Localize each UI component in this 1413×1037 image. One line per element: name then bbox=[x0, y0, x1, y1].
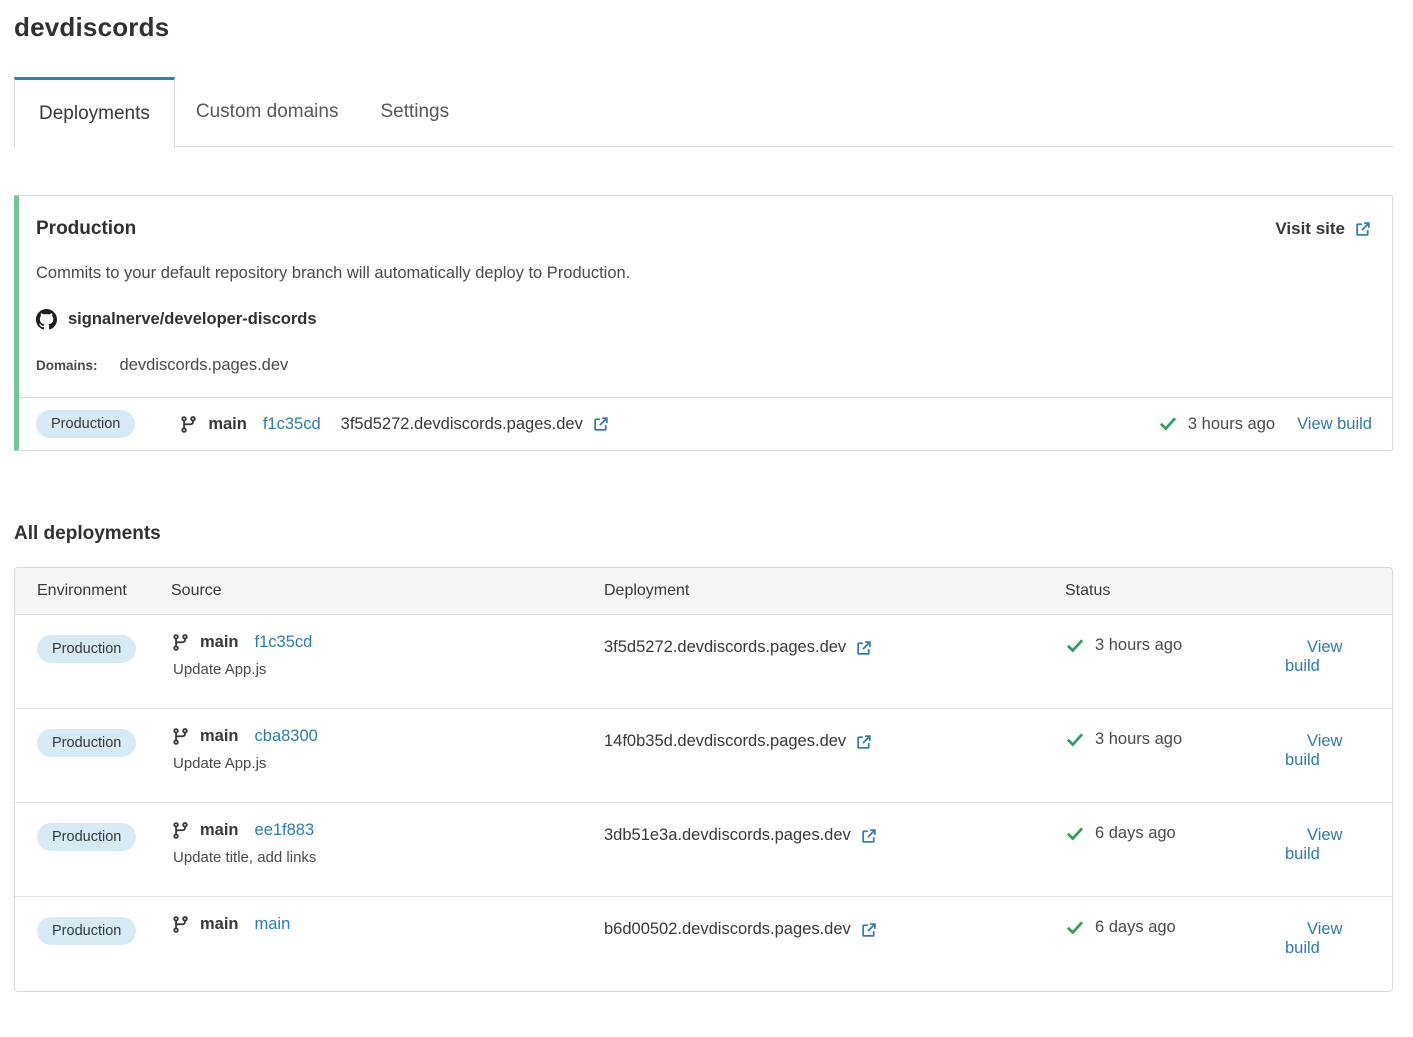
external-link-icon bbox=[855, 733, 873, 751]
status-time: 6 days ago bbox=[1095, 824, 1176, 843]
external-link-icon bbox=[1354, 220, 1372, 238]
external-link-icon bbox=[860, 827, 878, 845]
visit-site-link[interactable]: Visit site bbox=[1275, 219, 1372, 239]
tab-custom-domains[interactable]: Custom domains bbox=[175, 77, 360, 146]
environment-badge: Production bbox=[37, 635, 136, 663]
table-header: Environment Source Deployment Status bbox=[15, 568, 1392, 615]
column-status: Status bbox=[1065, 582, 1285, 600]
environment-badge: Production bbox=[37, 823, 136, 851]
view-build-link[interactable]: View build bbox=[1285, 638, 1342, 675]
commit-link[interactable]: f1c35cd bbox=[263, 415, 321, 434]
git-branch-icon bbox=[171, 633, 190, 652]
deployment-url-link[interactable]: 3f5d5272.devdiscords.pages.dev bbox=[604, 638, 873, 657]
branch-name: main bbox=[200, 727, 239, 746]
repo-link[interactable]: signalnerve/developer-discords bbox=[36, 309, 1372, 330]
external-link-icon bbox=[592, 415, 610, 433]
domains-label: Domains: bbox=[36, 358, 98, 373]
status-time: 6 days ago bbox=[1095, 918, 1176, 937]
external-link-icon bbox=[860, 921, 878, 939]
tab-settings[interactable]: Settings bbox=[359, 77, 470, 146]
deployment-url-link[interactable]: 14f0b35d.devdiscords.pages.dev bbox=[604, 732, 873, 751]
view-build-link[interactable]: View build bbox=[1285, 732, 1342, 769]
commit-message: Update App.js bbox=[173, 755, 604, 772]
column-source: Source bbox=[171, 582, 604, 600]
success-check-icon bbox=[1065, 731, 1085, 749]
view-build-link[interactable]: View build bbox=[1297, 415, 1372, 434]
commit-link[interactable]: ee1f883 bbox=[255, 821, 315, 840]
git-branch-icon bbox=[179, 415, 198, 434]
view-build-link[interactable]: View build bbox=[1285, 920, 1342, 957]
production-card-title: Production bbox=[36, 218, 136, 240]
git-branch-icon bbox=[171, 915, 190, 934]
status-time: 3 hours ago bbox=[1095, 730, 1182, 749]
commit-link[interactable]: cba8300 bbox=[255, 727, 318, 746]
commit-message: Update title, add links bbox=[173, 849, 604, 866]
column-deployment: Deployment bbox=[604, 582, 1065, 600]
commit-message: Update App.js bbox=[173, 661, 604, 678]
branch-name: main bbox=[200, 821, 239, 840]
deployment-url: 3f5d5272.devdiscords.pages.dev bbox=[604, 638, 846, 657]
view-build-link[interactable]: View build bbox=[1285, 826, 1342, 863]
commit-link[interactable]: f1c35cd bbox=[255, 633, 313, 652]
deployment-url-link[interactable]: b6d00502.devdiscords.pages.dev bbox=[604, 920, 878, 939]
repo-name: signalnerve/developer-discords bbox=[68, 310, 317, 329]
commit-link[interactable]: main bbox=[255, 915, 291, 934]
github-icon bbox=[36, 309, 57, 330]
deployment-url: 3db51e3a.devdiscords.pages.dev bbox=[604, 826, 851, 845]
tab-deployments[interactable]: Deployments bbox=[14, 77, 175, 147]
git-branch-icon bbox=[171, 727, 190, 746]
success-check-icon bbox=[1065, 637, 1085, 655]
table-row: Production main f1c35cd Update App.js 3f… bbox=[15, 615, 1392, 709]
status-time: 3 hours ago bbox=[1095, 636, 1182, 655]
production-card: Production Visit site Commits to your de… bbox=[14, 195, 1393, 451]
environment-badge: Production bbox=[37, 729, 136, 757]
deployment-url-link[interactable]: 3f5d5272.devdiscords.pages.dev bbox=[341, 415, 610, 434]
deployment-url-link[interactable]: 3db51e3a.devdiscords.pages.dev bbox=[604, 826, 878, 845]
table-row: Production main ee1f883 Update title, ad… bbox=[15, 803, 1392, 897]
success-check-icon bbox=[1065, 919, 1085, 937]
deployment-url: 14f0b35d.devdiscords.pages.dev bbox=[604, 732, 846, 751]
production-deployment-row: Production main f1c35cd 3f5d5272.devdisc… bbox=[19, 397, 1392, 450]
branch-name: main bbox=[208, 415, 247, 434]
git-branch-icon bbox=[171, 821, 190, 840]
all-deployments-title: All deployments bbox=[14, 523, 1393, 545]
deployment-url: 3f5d5272.devdiscords.pages.dev bbox=[341, 415, 583, 434]
environment-badge: Production bbox=[37, 917, 136, 945]
environment-badge: Production bbox=[36, 410, 135, 438]
column-environment: Environment bbox=[37, 582, 171, 600]
domains-value: devdiscords.pages.dev bbox=[120, 356, 289, 375]
table-row: Production main main b6d00502.devdiscord… bbox=[15, 897, 1392, 991]
status-time: 3 hours ago bbox=[1188, 415, 1275, 434]
success-check-icon bbox=[1065, 825, 1085, 843]
branch-name: main bbox=[200, 915, 239, 934]
production-description: Commits to your default repository branc… bbox=[36, 264, 1372, 283]
visit-site-label: Visit site bbox=[1275, 219, 1345, 239]
success-check-icon bbox=[1158, 415, 1178, 433]
deployments-table: Environment Source Deployment Status Pro… bbox=[14, 567, 1393, 992]
external-link-icon bbox=[855, 639, 873, 657]
table-row: Production main cba8300 Update App.js 14… bbox=[15, 709, 1392, 803]
deployments-table-body: Production main f1c35cd Update App.js 3f… bbox=[15, 615, 1392, 991]
page-title: devdiscords bbox=[14, 12, 1393, 43]
deployment-url: b6d00502.devdiscords.pages.dev bbox=[604, 920, 851, 939]
branch-name: main bbox=[200, 633, 239, 652]
tab-bar: Deployments Custom domains Settings bbox=[14, 77, 1393, 147]
